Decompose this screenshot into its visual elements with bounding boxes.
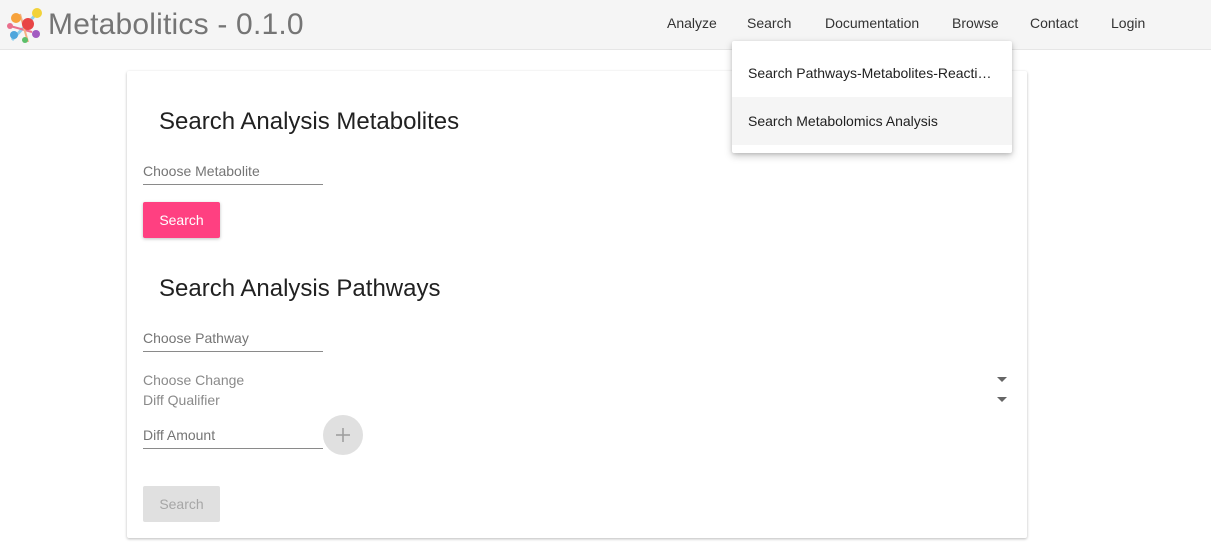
metabolite-field[interactable] xyxy=(143,160,323,185)
plus-icon xyxy=(336,428,350,442)
brand[interactable]: Metabolitics - 0.1.0 xyxy=(6,4,304,46)
nav-contact[interactable]: Contact xyxy=(1030,15,1078,31)
app-title: Metabolitics - 0.1.0 xyxy=(48,8,304,41)
diff-amount-input[interactable] xyxy=(143,424,323,446)
nav-analyze[interactable]: Analyze xyxy=(667,15,717,31)
change-select[interactable]: Choose Change xyxy=(143,371,1009,391)
pathway-input[interactable] xyxy=(143,327,323,349)
dropdown-arrow-icon xyxy=(997,377,1007,382)
change-select-label: Choose Change xyxy=(143,372,245,388)
dropdown-arrow-icon xyxy=(997,397,1007,402)
metabolite-input[interactable] xyxy=(143,160,323,182)
nav-documentation[interactable]: Documentation xyxy=(825,15,919,31)
molecule-logo-icon xyxy=(7,8,42,43)
menu-item-search-analysis[interactable]: Search Metabolomics Analysis xyxy=(732,97,1012,145)
nav-browse[interactable]: Browse xyxy=(952,15,999,31)
metabolite-search-button[interactable]: Search xyxy=(143,202,220,238)
diff-amount-field[interactable] xyxy=(143,424,323,449)
qualifier-select[interactable]: Diff Qualifier xyxy=(143,391,1009,411)
add-diff-button[interactable] xyxy=(323,415,363,455)
menu-item-search-pathways[interactable]: Search Pathways-Metabolites-Reactions xyxy=(732,49,1012,97)
qualifier-select-label: Diff Qualifier xyxy=(143,392,220,408)
pathway-field[interactable] xyxy=(143,327,323,352)
top-toolbar: Metabolitics - 0.1.0 Analyze Search Docu… xyxy=(0,0,1211,50)
pathway-search-button[interactable]: Search xyxy=(143,486,220,522)
metabolites-section-title: Search Analysis Metabolites xyxy=(159,108,460,135)
pathways-section-title: Search Analysis Pathways xyxy=(159,275,441,302)
nav-login[interactable]: Login xyxy=(1111,15,1145,31)
nav-search[interactable]: Search xyxy=(747,15,791,31)
search-dropdown-menu: Search Pathways-Metabolites-Reactions Se… xyxy=(732,41,1012,153)
